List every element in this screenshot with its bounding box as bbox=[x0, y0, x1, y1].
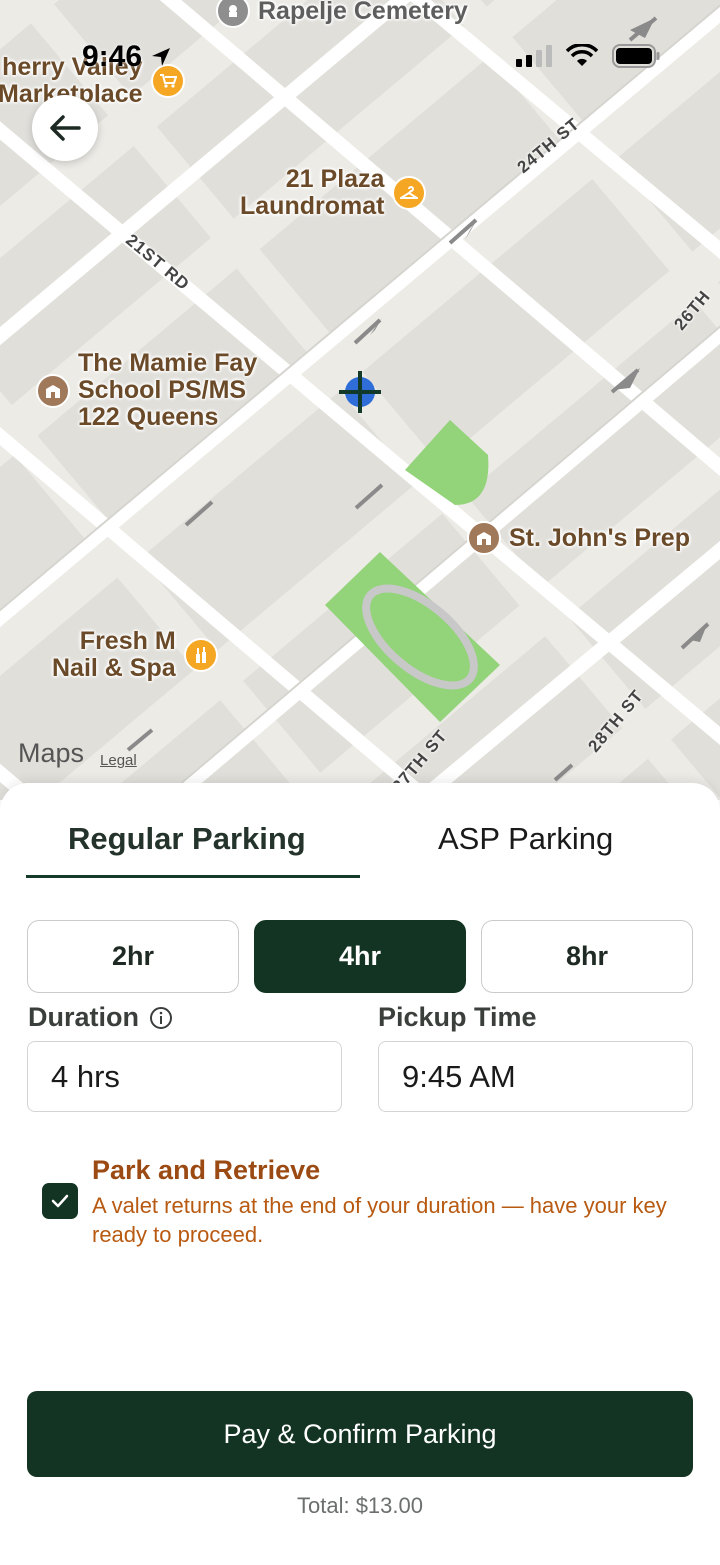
parking-sheet: Regular Parking ASP Parking 2hr 4hr 8hr … bbox=[0, 783, 720, 1565]
active-tab-indicator bbox=[26, 875, 360, 878]
school-icon bbox=[36, 373, 70, 408]
poi-label: Fresh M Nail & Spa bbox=[52, 627, 176, 682]
location-arrow-icon bbox=[152, 48, 171, 66]
status-bar-time: 9:46 bbox=[82, 40, 172, 74]
location-pin-icon bbox=[339, 371, 381, 413]
poi-label: The Mamie Fay School PS/MS 122 Queens bbox=[78, 349, 258, 431]
poi-rapelje-cemetery[interactable]: Rapelje Cemetery bbox=[216, 0, 468, 28]
map-view[interactable]: 24TH ST 21ST RD 26TH 27TH ST 28TH ST Rap… bbox=[0, 0, 720, 800]
tab-asp-parking[interactable]: ASP Parking bbox=[438, 821, 613, 857]
wifi-icon bbox=[566, 44, 598, 66]
poi-st-johns-prep[interactable]: St. John's Prep bbox=[467, 521, 690, 555]
status-bar-icons bbox=[516, 44, 660, 68]
poi-label: St. John's Prep bbox=[509, 523, 690, 552]
maps-attribution: Maps Legal bbox=[18, 738, 137, 769]
park-and-retrieve-title: Park and Retrieve bbox=[92, 1155, 321, 1185]
duration-label: Duration bbox=[28, 1002, 139, 1032]
parking-tabs: Regular Parking ASP Parking bbox=[26, 783, 694, 879]
park-and-retrieve-description: A valet returns at the end of your durat… bbox=[92, 1193, 667, 1247]
checkmark-icon bbox=[51, 1194, 69, 1208]
battery-icon bbox=[612, 44, 660, 68]
cemetery-icon bbox=[216, 0, 250, 28]
option-4hr-button[interactable]: 4hr bbox=[254, 920, 466, 993]
pickup-time-label: Pickup Time bbox=[378, 1002, 537, 1032]
legal-link[interactable]: Legal bbox=[100, 752, 137, 769]
duration-field[interactable]: 4 hrs bbox=[27, 1041, 342, 1112]
poi-mamie-fay-school[interactable]: The Mamie Fay School PS/MS 122 Queens bbox=[36, 350, 257, 431]
option-2hr-button[interactable]: 2hr bbox=[27, 920, 239, 993]
hanger-icon bbox=[392, 176, 427, 210]
duration-label-group: Duration bbox=[28, 1002, 173, 1033]
info-icon[interactable] bbox=[149, 1006, 173, 1030]
poi-label: Rapelje Cemetery bbox=[258, 0, 468, 25]
nail-polish-icon bbox=[183, 638, 218, 672]
park-and-retrieve-checkbox[interactable] bbox=[42, 1183, 78, 1219]
arrow-left-icon bbox=[50, 115, 81, 141]
maps-brand: Maps bbox=[18, 738, 85, 768]
poi-21-plaza-laundromat[interactable]: 21 Plaza Laundromat bbox=[240, 165, 427, 220]
duration-options: 2hr 4hr 8hr bbox=[27, 920, 693, 993]
pay-confirm-parking-button[interactable]: Pay & Confirm Parking bbox=[27, 1391, 693, 1477]
option-8hr-button[interactable]: 8hr bbox=[481, 920, 693, 993]
poi-fresh-m-nail-spa[interactable]: Fresh M Nail & Spa bbox=[52, 628, 218, 682]
school-icon bbox=[467, 521, 501, 555]
tab-regular-parking[interactable]: Regular Parking bbox=[68, 821, 306, 857]
pickup-time-field[interactable]: 9:45 AM bbox=[378, 1041, 693, 1112]
cellular-signal-icon bbox=[516, 45, 552, 67]
poi-label: 21 Plaza Laundromat bbox=[240, 165, 385, 220]
status-time-text: 9:46 bbox=[82, 40, 143, 73]
back-button[interactable] bbox=[32, 95, 98, 161]
total-price: Total: $13.00 bbox=[297, 1493, 423, 1518]
